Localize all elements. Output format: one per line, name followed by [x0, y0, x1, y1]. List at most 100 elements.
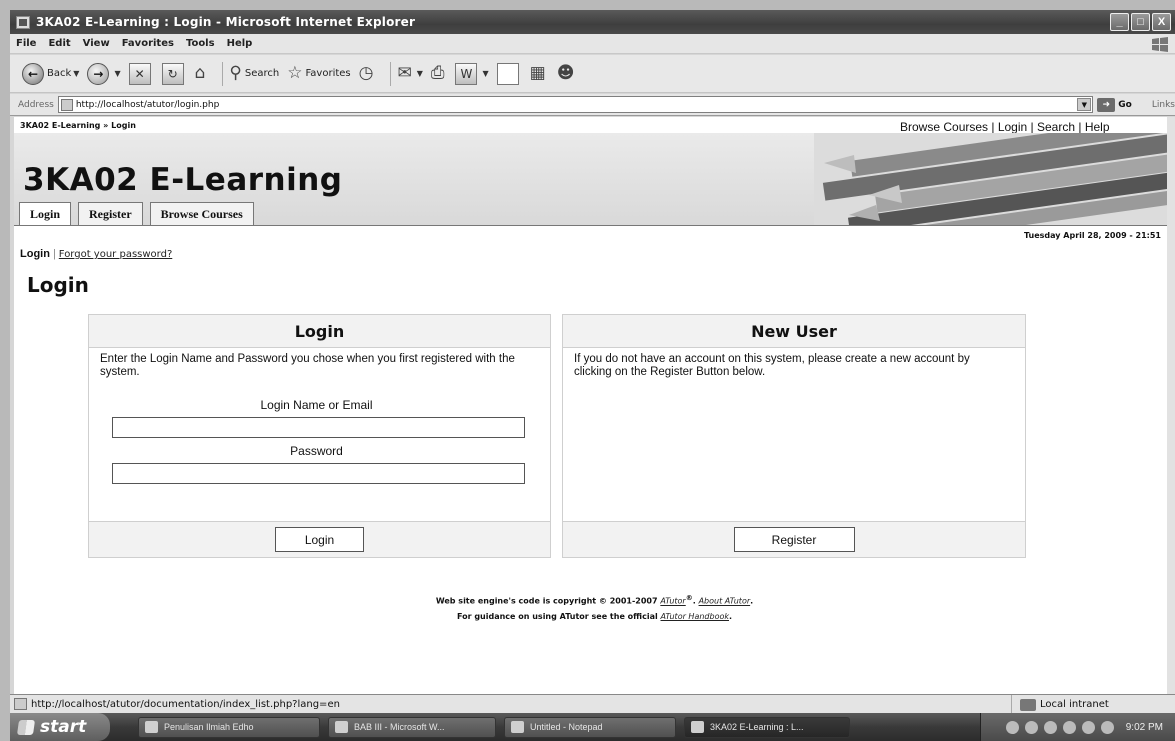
- tabs-divider: [14, 225, 1175, 226]
- menu-favorites[interactable]: Favorites: [122, 38, 174, 49]
- taskbar-item[interactable]: BAB III - Microsoft W...: [328, 716, 496, 738]
- menu-tools[interactable]: Tools: [186, 38, 215, 49]
- top-link-login[interactable]: Login: [998, 120, 1027, 134]
- refresh-icon[interactable]: ↻: [161, 62, 184, 85]
- window-title: 3KA02 E-Learning : Login - Microsoft Int…: [36, 15, 416, 29]
- forward-button[interactable]: → ▼: [87, 62, 121, 85]
- taskbar-item[interactable]: Penulisan Ilmiah Edho: [138, 716, 320, 738]
- taskbar-item-label: 3KA02 E-Learning : L...: [710, 722, 804, 732]
- login-box: Login Enter the Login Name and Password …: [88, 314, 551, 558]
- home-icon[interactable]: ⌂: [195, 65, 206, 82]
- guidance-text: For guidance on using ATutor see the off…: [456, 611, 658, 621]
- taskbar-item-label: Penulisan Ilmiah Edho: [164, 722, 254, 732]
- breadcrumb: 3KA02 E-Learning » Login: [20, 121, 136, 130]
- taskbar-item-active[interactable]: 3KA02 E-Learning : L...: [684, 716, 850, 738]
- new-user-box: New User If you do not have an account o…: [562, 314, 1026, 558]
- back-button[interactable]: ← Back ▼: [22, 62, 80, 85]
- address-field[interactable]: http://localhost/atutor/login.php ▼: [57, 96, 1094, 113]
- ie-icon: [691, 721, 704, 733]
- top-links: Browse Courses | Login | Search | Help: [900, 120, 1110, 134]
- star-icon: ☆: [287, 63, 303, 83]
- window-controls: _ □ X: [1110, 13, 1171, 31]
- research-icon[interactable]: ▦: [530, 65, 546, 82]
- tray-icon[interactable]: [1062, 720, 1076, 734]
- forgot-password-link[interactable]: Forgot your password?: [59, 249, 172, 260]
- address-bar: Address http://localhost/atutor/login.ph…: [10, 94, 1175, 116]
- menu-edit[interactable]: Edit: [48, 38, 70, 49]
- edit-dropdown-icon[interactable]: ▼: [482, 69, 488, 78]
- edit-word-icon[interactable]: W: [455, 62, 478, 85]
- sub-navigation: Login | Forgot your password?: [20, 248, 172, 260]
- toolbar-separator: [222, 61, 224, 86]
- taskbar-item[interactable]: Untitled - Notepad: [504, 716, 676, 738]
- web-page: 3KA02 E-Learning » Login Browse Courses …: [14, 117, 1175, 694]
- print-icon[interactable]: ⎙: [431, 65, 445, 82]
- minimize-button[interactable]: _: [1110, 13, 1129, 31]
- go-arrow-icon: ➜: [1097, 97, 1116, 112]
- top-link-help[interactable]: Help: [1085, 120, 1110, 134]
- mail-icon[interactable]: ✉: [397, 65, 411, 82]
- status-bar: http://localhost/atutor/documentation/in…: [10, 694, 1175, 714]
- word-icon: [335, 721, 348, 733]
- tray-icon[interactable]: [1024, 720, 1038, 734]
- subnav-separator: |: [52, 248, 56, 260]
- tab-login[interactable]: Login: [19, 202, 72, 226]
- messenger-icon[interactable]: ☻: [557, 65, 575, 82]
- ie-app-icon: [16, 15, 30, 29]
- top-link-browse-courses[interactable]: Browse Courses: [900, 120, 988, 134]
- atutor-handbook-link[interactable]: ATutor Handbook: [661, 612, 729, 621]
- system-tray: 9:02 PM: [980, 713, 1175, 741]
- go-button[interactable]: ➜ Go: [1097, 97, 1132, 112]
- menu-help[interactable]: Help: [227, 38, 253, 49]
- tray-icon[interactable]: [1043, 720, 1057, 734]
- close-button[interactable]: X: [1152, 13, 1171, 31]
- tab-register[interactable]: Register: [78, 202, 143, 225]
- discuss-icon[interactable]: [496, 62, 519, 85]
- taskbar-item-label: Untitled - Notepad: [530, 722, 603, 732]
- back-dropdown-icon: ▼: [73, 69, 80, 78]
- tab-browse-courses[interactable]: Browse Courses: [149, 202, 254, 225]
- page-status-icon: [14, 698, 27, 710]
- folder-icon: [145, 721, 158, 733]
- main-tabs: Login Register Browse Courses: [19, 202, 254, 226]
- guidance-line: For guidance on using ATutor see the off…: [456, 611, 733, 621]
- start-label: start: [40, 717, 87, 737]
- login-name-input[interactable]: [112, 417, 525, 438]
- favorites-button[interactable]: ☆ Favorites: [287, 65, 350, 82]
- search-icon: ⚲: [229, 63, 242, 83]
- subnav-current: Login: [20, 248, 50, 260]
- search-button[interactable]: ⚲ Search: [229, 65, 279, 82]
- vertical-scrollbar[interactable]: [1167, 117, 1175, 694]
- maximize-button[interactable]: □: [1131, 13, 1150, 31]
- login-box-description: Enter the Login Name and Password you ch…: [100, 353, 515, 378]
- intranet-icon: [1020, 698, 1036, 711]
- zone-label: Local intranet: [1040, 699, 1109, 710]
- login-button[interactable]: Login: [275, 527, 364, 552]
- history-icon[interactable]: ◷: [359, 65, 374, 82]
- address-url: http://localhost/atutor/login.php: [75, 99, 220, 110]
- tray-icon[interactable]: [1081, 720, 1095, 734]
- security-zone: Local intranet: [1011, 695, 1109, 714]
- copyright-line: Web site engine's code is copyright © 20…: [435, 594, 754, 606]
- address-dropdown-icon[interactable]: ▼: [1077, 98, 1092, 111]
- links-toolbar[interactable]: Links: [1152, 100, 1175, 110]
- start-button[interactable]: start: [10, 713, 110, 741]
- page-footer: Web site engine's code is copyright © 20…: [14, 591, 1175, 624]
- forward-arrow-icon: →: [87, 62, 110, 85]
- menu-view[interactable]: View: [83, 38, 110, 49]
- mail-dropdown-icon[interactable]: ▼: [417, 69, 423, 78]
- pencils-image: [814, 133, 1175, 225]
- atutor-link[interactable]: ATutor: [660, 597, 685, 606]
- tray-icon[interactable]: [1005, 720, 1019, 734]
- register-button[interactable]: Register: [733, 527, 855, 552]
- menu-bar: File Edit View Favorites Tools Help: [10, 34, 1175, 54]
- clock[interactable]: 9:02 PM: [1126, 722, 1163, 733]
- password-input[interactable]: [112, 463, 525, 484]
- about-atutor-link[interactable]: About ATutor: [699, 597, 751, 606]
- menu-file[interactable]: File: [16, 38, 36, 49]
- tray-icon[interactable]: [1100, 720, 1114, 734]
- stop-icon[interactable]: ✕: [128, 62, 151, 85]
- top-link-search[interactable]: Search: [1037, 120, 1075, 134]
- copyright-text: Web site engine's code is copyright © 20…: [435, 596, 658, 606]
- new-user-box-description: If you do not have an account on this sy…: [574, 353, 970, 378]
